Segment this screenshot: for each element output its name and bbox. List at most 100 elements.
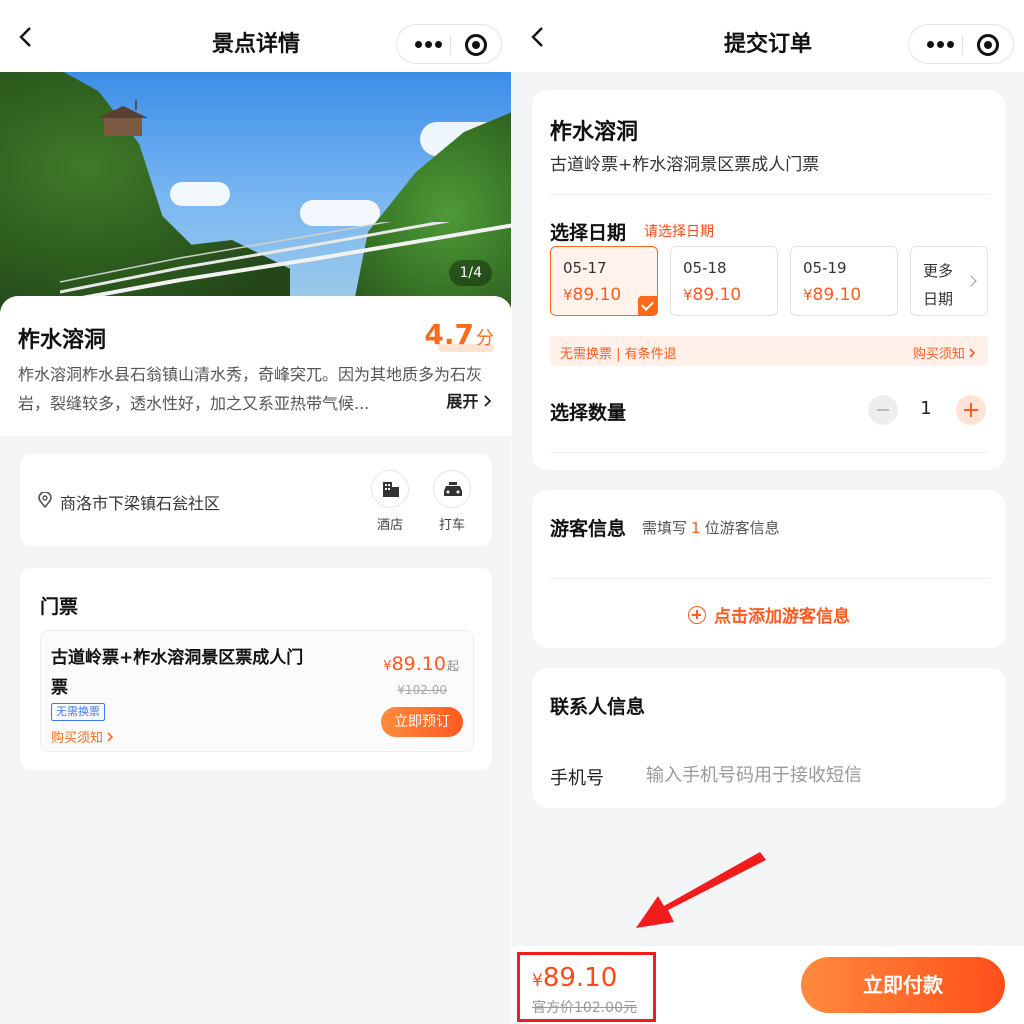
quantity-heading: 选择数量 bbox=[550, 402, 627, 424]
red-arrow-annotation bbox=[636, 852, 766, 928]
currency-symbol: ¥ bbox=[683, 286, 693, 304]
chevron-right-icon bbox=[969, 348, 976, 358]
date-option-0518[interactable]: 05-18 ¥89.10 bbox=[670, 246, 778, 316]
date-label: 05-19 bbox=[803, 259, 847, 277]
date-heading: 选择日期 bbox=[550, 222, 627, 244]
chevron-right-icon bbox=[965, 275, 977, 287]
plus-icon[interactable] bbox=[956, 395, 986, 425]
chevron-right-icon bbox=[484, 395, 492, 407]
no-exchange-badge: 无需换票 bbox=[51, 703, 105, 721]
ticket-section: 门票 古道岭票+柞水溶洞景区票成人门票 无需换票 购买须知 ¥89.10起 ¥1… bbox=[20, 568, 492, 770]
refund-policy-text: 无需换票 | 有条件退 bbox=[560, 347, 677, 362]
scenic-description: 柞水溶洞柞水县石翁镇山清水秀，奇峰突兀。因为其地质多为石灰岩，裂缝较多，透水性好… bbox=[18, 365, 483, 413]
date-option-0519[interactable]: 05-19 ¥89.10 bbox=[790, 246, 898, 316]
total-price-value: 89.10 bbox=[542, 963, 618, 993]
date-label: 05-17 bbox=[563, 259, 607, 277]
divider bbox=[550, 452, 988, 453]
total-price: ¥89.10 bbox=[532, 963, 617, 993]
target-icon[interactable] bbox=[465, 34, 487, 56]
rating-unit: 分 bbox=[476, 328, 494, 349]
address-text: 商洛市下梁镇石瓮社区 bbox=[60, 494, 221, 513]
scenic-photo-carousel[interactable]: 1/4 bbox=[0, 72, 512, 312]
guest-hint-suffix: 位游客信息 bbox=[704, 519, 780, 537]
guest-hint-prefix: 需填写 bbox=[642, 519, 688, 537]
quantity-value: 1 bbox=[920, 398, 932, 419]
more-dots-icon[interactable] bbox=[415, 41, 442, 49]
date-price-value: 89.10 bbox=[812, 285, 862, 305]
ticket-item[interactable]: 古道岭票+柞水溶洞景区票成人门票 无需换票 购买须知 ¥89.10起 ¥102.… bbox=[40, 630, 474, 752]
phone-label: 手机号 bbox=[550, 768, 604, 789]
mini-program-capsule bbox=[908, 24, 1014, 64]
contact-info-card: 联系人信息 手机号 bbox=[532, 668, 1006, 808]
ticket-price-value: 89.10 bbox=[391, 653, 446, 675]
capsule-divider bbox=[962, 35, 963, 55]
ticket-original-price: ¥102.00 bbox=[397, 683, 447, 697]
purchase-notes-link[interactable]: 购买须知 bbox=[51, 727, 114, 746]
phone-input[interactable] bbox=[646, 760, 966, 790]
ticket-heading: 门票 bbox=[40, 596, 79, 618]
address-card[interactable]: 商洛市下梁镇石瓮社区 酒店 打车 bbox=[20, 454, 492, 546]
guest-info-card: 游客信息 需填写 1 位游客信息 点击添加游客信息 bbox=[532, 490, 1006, 648]
cloud-shape bbox=[170, 182, 230, 206]
date-price-value: 89.10 bbox=[572, 285, 622, 305]
scenic-info-card: 柞水溶洞 4.7 分 柞水溶洞柞水县石翁镇山清水秀，奇峰突兀。因为其地质多为石灰岩… bbox=[0, 296, 512, 436]
ticket-price: ¥89.10起 bbox=[383, 653, 459, 675]
official-price: 官方价102.00元 bbox=[532, 1000, 637, 1016]
ticket-notice-bar[interactable]: 无需换票 | 有条件退 购买须知 bbox=[550, 336, 988, 366]
more-dots-icon[interactable] bbox=[927, 41, 954, 49]
capsule-divider bbox=[450, 35, 451, 55]
contact-heading: 联系人信息 bbox=[550, 696, 646, 718]
location-pin-icon bbox=[38, 492, 52, 508]
submit-order-screen: 提交订单 柞水溶洞 古道岭票+柞水溶洞景区票成人门票 选择日期 请选择日期 05… bbox=[512, 0, 1024, 1024]
add-circle-icon bbox=[688, 606, 706, 624]
hotel-button[interactable]: 酒店 bbox=[370, 470, 410, 533]
more-dates-label: 更多日期 bbox=[923, 262, 954, 308]
date-price-value: 89.10 bbox=[692, 285, 742, 305]
more-dates-button[interactable]: 更多日期 bbox=[910, 246, 988, 316]
taxi-icon bbox=[433, 470, 471, 508]
date-price: ¥89.10 bbox=[683, 285, 741, 305]
pay-now-button[interactable]: 立即付款 bbox=[801, 957, 1005, 1013]
date-option-0517[interactable]: 05-17 ¥89.10 bbox=[550, 246, 658, 316]
date-label: 05-18 bbox=[683, 259, 727, 277]
currency-symbol: ¥ bbox=[803, 286, 813, 304]
purchase-notes-link[interactable]: 购买须知 bbox=[913, 343, 976, 362]
product-subtitle: 古道岭票+柞水溶洞景区票成人门票 bbox=[550, 155, 820, 175]
scenic-name: 柞水溶洞 bbox=[18, 328, 107, 353]
guest-count: 1 bbox=[691, 519, 701, 537]
product-name: 柞水溶洞 bbox=[550, 120, 639, 145]
add-guest-label: 点击添加游客信息 bbox=[714, 607, 850, 627]
order-product-card: 柞水溶洞 古道岭票+柞水溶洞景区票成人门票 选择日期 请选择日期 05-17 ¥… bbox=[532, 90, 1006, 470]
date-hint: 请选择日期 bbox=[644, 224, 714, 240]
taxi-button[interactable]: 打车 bbox=[432, 470, 472, 533]
mini-program-capsule bbox=[396, 24, 502, 64]
expand-label: 展开 bbox=[446, 392, 479, 411]
rating-value: 4.7 bbox=[424, 318, 474, 351]
currency-symbol: ¥ bbox=[532, 971, 543, 991]
purchase-notes-label: 购买须知 bbox=[912, 347, 965, 362]
guest-hint: 需填写 1 位游客信息 bbox=[642, 517, 780, 538]
date-price: ¥89.10 bbox=[563, 285, 621, 305]
divider bbox=[550, 578, 988, 579]
date-price: ¥89.10 bbox=[803, 285, 861, 305]
payment-bar: ¥89.10 官方价102.00元 立即付款 bbox=[512, 946, 1024, 1024]
scenic-detail-screen: 景点详情 1/4 柞水溶洞 4.7 分 柞水溶洞柞水县石翁镇山清水秀，奇峰突兀。因… bbox=[0, 0, 512, 1024]
taxi-label: 打车 bbox=[438, 518, 465, 533]
check-icon bbox=[638, 296, 658, 316]
target-icon[interactable] bbox=[977, 34, 999, 56]
chevron-right-icon bbox=[107, 732, 114, 742]
purchase-notes-label: 购买须知 bbox=[51, 731, 104, 746]
nav-bar: 景点详情 bbox=[0, 0, 512, 72]
rating-score: 4.7 分 bbox=[424, 318, 494, 351]
currency-symbol: ¥ bbox=[563, 286, 573, 304]
add-guest-button[interactable]: 点击添加游客信息 bbox=[532, 602, 1006, 627]
suspension-bridge bbox=[60, 222, 512, 302]
expand-link[interactable]: 展开 bbox=[438, 388, 492, 412]
book-now-button[interactable]: 立即预订 bbox=[381, 707, 463, 737]
price-from-suffix: 起 bbox=[446, 659, 459, 673]
photo-pager: 1/4 bbox=[449, 260, 492, 286]
hotel-label: 酒店 bbox=[376, 518, 403, 533]
hotel-icon bbox=[371, 470, 409, 508]
currency-symbol: ¥ bbox=[383, 659, 392, 674]
minus-icon[interactable] bbox=[868, 395, 898, 425]
